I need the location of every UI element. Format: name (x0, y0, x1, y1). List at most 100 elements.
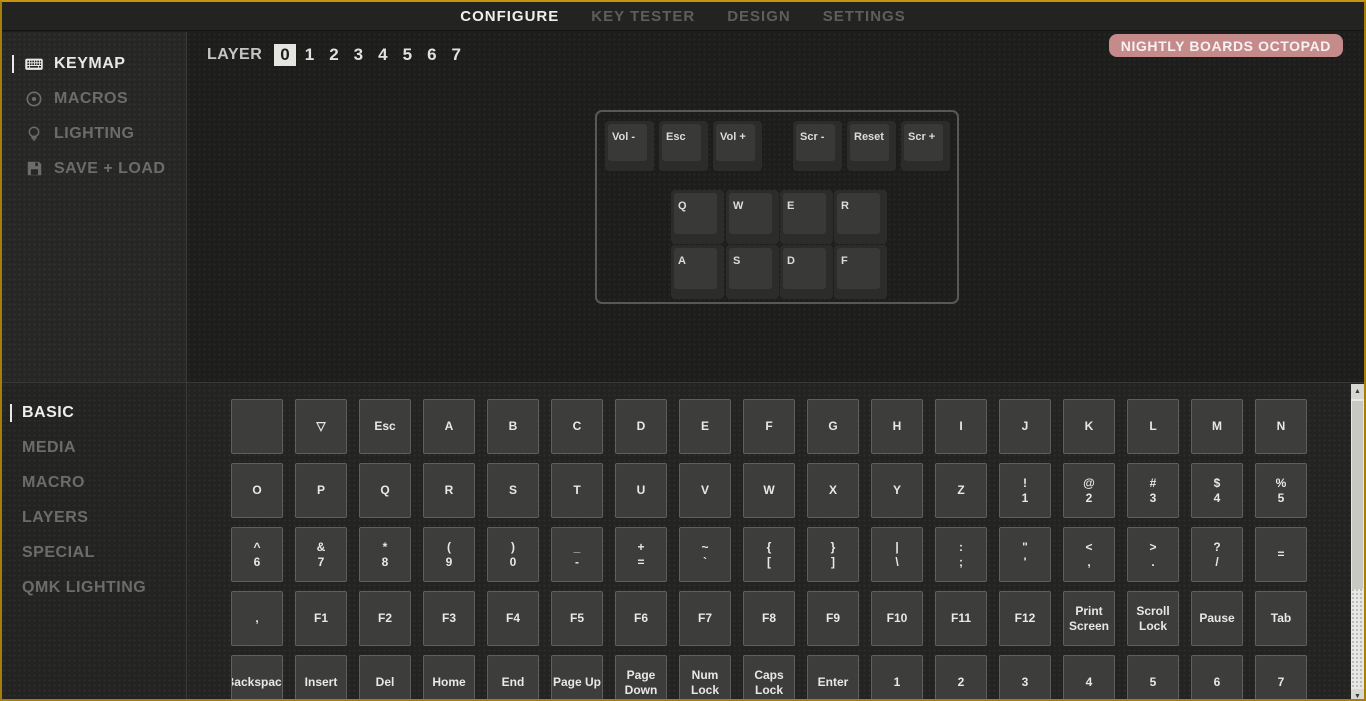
preview-key-vol[interactable]: Vol - (605, 121, 654, 171)
category-special[interactable]: SPECIAL (2, 535, 186, 570)
keycode-key-1[interactable]: ! 1 (999, 463, 1051, 518)
keycode-key-h[interactable]: H (871, 399, 923, 454)
keycode-key-5[interactable]: % 5 (1255, 463, 1307, 518)
keycode-key-f9[interactable]: F9 (807, 591, 859, 646)
keycode-key-l[interactable]: L (1127, 399, 1179, 454)
keycode-key-2[interactable]: 2 (935, 655, 987, 701)
preview-key-e[interactable]: E (780, 190, 833, 244)
keycode-key-7[interactable]: & 7 (295, 527, 347, 582)
keycode-key-y[interactable]: Y (871, 463, 923, 518)
category-macro[interactable]: MACRO (2, 465, 186, 500)
keycode-key-2[interactable]: @ 2 (1063, 463, 1115, 518)
keycode-key-4[interactable]: 4 (1063, 655, 1115, 701)
keycode-key-page-up[interactable]: Page Up (551, 655, 603, 701)
preview-key-scr[interactable]: Scr - (793, 121, 842, 171)
keycode-key-w[interactable]: W (743, 463, 795, 518)
keycode-key-caps-lock[interactable]: Caps Lock (743, 655, 795, 701)
keycode-key-f3[interactable]: F3 (423, 591, 475, 646)
keycode-key-key[interactable]: + = (615, 527, 667, 582)
keycode-key-6[interactable]: ^ 6 (231, 527, 283, 582)
keycode-key-transparent[interactable]: ▽ (295, 399, 347, 454)
tab-design[interactable]: DESIGN (727, 8, 791, 25)
keycode-key-e[interactable]: E (679, 399, 731, 454)
category-media[interactable]: MEDIA (2, 430, 186, 465)
keycode-key-key[interactable]: { [ (743, 527, 795, 582)
keycode-key-enter[interactable]: Enter (807, 655, 859, 701)
sidebar-item-lighting[interactable]: LIGHTING (2, 116, 186, 151)
preview-key-scr[interactable]: Scr + (901, 121, 950, 171)
category-layers[interactable]: LAYERS (2, 500, 186, 535)
keycode-key-tab[interactable]: Tab (1255, 591, 1307, 646)
keycode-key-key[interactable]: ~ ` (679, 527, 731, 582)
keycode-key-o[interactable]: O (231, 463, 283, 518)
sidebar-item-keymap[interactable]: KEYMAP (2, 46, 186, 81)
keycode-key-page-down[interactable]: Page Down (615, 655, 667, 701)
keycode-key-key[interactable]: : ; (935, 527, 987, 582)
keycode-key-k[interactable]: K (1063, 399, 1115, 454)
device-badge[interactable]: NIGHTLY BOARDS OCTOPAD (1109, 34, 1343, 57)
keycode-key-print-screen[interactable]: Print Screen (1063, 591, 1115, 646)
vertical-scrollbar-thumb[interactable] (1352, 401, 1363, 589)
keycode-key-v[interactable]: V (679, 463, 731, 518)
keycode-key-key[interactable]: " ' (999, 527, 1051, 582)
category-basic[interactable]: BASIC (2, 395, 186, 430)
scroll-down-icon[interactable]: ▼ (1351, 689, 1364, 701)
keycode-key-3[interactable]: 3 (999, 655, 1051, 701)
layer-button-4[interactable]: 4 (372, 44, 393, 66)
keycode-key-0[interactable]: ) 0 (487, 527, 539, 582)
keycode-key-a[interactable]: A (423, 399, 475, 454)
keycode-key-key[interactable]: } ] (807, 527, 859, 582)
keycode-key-key[interactable]: < , (1063, 527, 1115, 582)
keycode-key-p[interactable]: P (295, 463, 347, 518)
layer-button-2[interactable]: 2 (323, 44, 344, 66)
keycode-key-key[interactable]: , (231, 591, 283, 646)
keycode-key-3[interactable]: # 3 (1127, 463, 1179, 518)
sidebar-item-save-load[interactable]: SAVE + LOAD (2, 151, 186, 186)
keycode-key-8[interactable]: * 8 (359, 527, 411, 582)
preview-key-w[interactable]: W (726, 190, 779, 244)
preview-key-f[interactable]: F (834, 245, 887, 299)
keycode-key-esc[interactable]: Esc (359, 399, 411, 454)
keycode-key-c[interactable]: C (551, 399, 603, 454)
keycode-key-7[interactable]: 7 (1255, 655, 1307, 701)
keycode-key-pause[interactable]: Pause (1191, 591, 1243, 646)
preview-key-r[interactable]: R (834, 190, 887, 244)
preview-key-reset[interactable]: Reset (847, 121, 896, 171)
preview-key-d[interactable]: D (780, 245, 833, 299)
keycode-key-s[interactable]: S (487, 463, 539, 518)
preview-key-q[interactable]: Q (671, 190, 724, 244)
layer-button-0[interactable]: 0 (274, 44, 295, 66)
keycode-key-g[interactable]: G (807, 399, 859, 454)
layer-button-7[interactable]: 7 (446, 44, 467, 66)
tab-key-tester[interactable]: KEY TESTER (591, 8, 695, 25)
keycode-key-t[interactable]: T (551, 463, 603, 518)
keycode-key-n[interactable]: N (1255, 399, 1307, 454)
preview-key-a[interactable]: A (671, 245, 724, 299)
preview-key-s[interactable]: S (726, 245, 779, 299)
keycode-key-f11[interactable]: F11 (935, 591, 987, 646)
vertical-scrollbar[interactable]: ▲ ▼ (1351, 384, 1364, 701)
keycode-key-key[interactable]: = (1255, 527, 1307, 582)
keycode-key-f8[interactable]: F8 (743, 591, 795, 646)
keycode-key-blank[interactable] (231, 399, 283, 454)
tab-configure[interactable]: CONFIGURE (460, 8, 559, 25)
layer-button-5[interactable]: 5 (397, 44, 418, 66)
layer-button-3[interactable]: 3 (348, 44, 369, 66)
keycode-key-key[interactable]: _ - (551, 527, 603, 582)
keycode-key-scroll-lock[interactable]: Scroll Lock (1127, 591, 1179, 646)
keycode-key-del[interactable]: Del (359, 655, 411, 701)
keycode-key-insert[interactable]: Insert (295, 655, 347, 701)
layer-button-1[interactable]: 1 (299, 44, 320, 66)
keycode-key-i[interactable]: I (935, 399, 987, 454)
keycode-key-num-lock[interactable]: Num Lock (679, 655, 731, 701)
preview-key-esc[interactable]: Esc (659, 121, 708, 171)
keycode-key-end[interactable]: End (487, 655, 539, 701)
category-qmk-lighting[interactable]: QMK LIGHTING (2, 570, 186, 605)
keycode-key-u[interactable]: U (615, 463, 667, 518)
keycode-key-backspace[interactable]: Backspace (231, 655, 283, 701)
tab-settings[interactable]: SETTINGS (823, 8, 906, 25)
keycode-key-f7[interactable]: F7 (679, 591, 731, 646)
keycode-key-b[interactable]: B (487, 399, 539, 454)
keycode-key-1[interactable]: 1 (871, 655, 923, 701)
keycode-key-4[interactable]: $ 4 (1191, 463, 1243, 518)
